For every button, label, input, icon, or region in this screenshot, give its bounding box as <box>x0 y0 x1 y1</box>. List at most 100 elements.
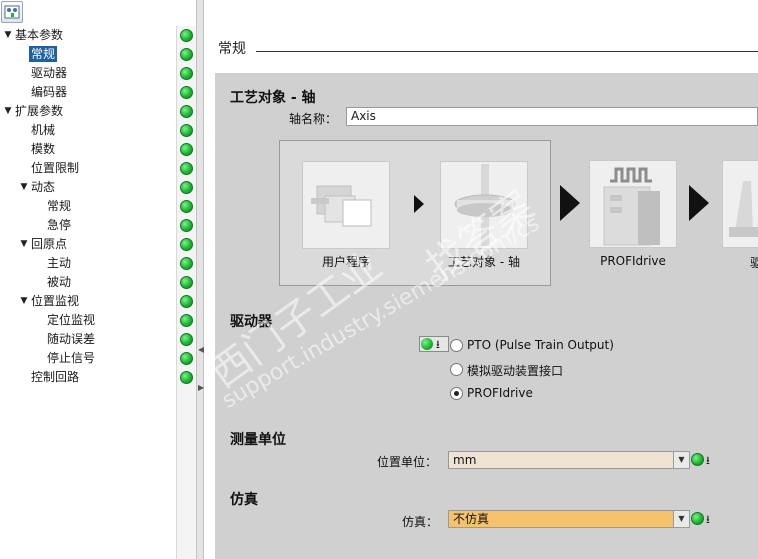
tree-item-label: 位置限制 <box>31 161 80 175</box>
status-ok-icon <box>180 67 193 80</box>
tree-item-label: 机械 <box>31 123 56 137</box>
status-ok-icon <box>180 371 193 384</box>
tree-item[interactable]: 模数 <box>0 140 176 159</box>
expand-arrow-icon[interactable]: ▼ <box>3 26 13 45</box>
tree-item-label: 停止信号 <box>47 351 96 365</box>
tree-item-label: 位置监视 <box>31 294 80 308</box>
tech-object-heading: 工艺对象 - 轴 <box>230 90 316 106</box>
status-ok-icon <box>180 276 193 289</box>
dropdown-arrow-icon[interactable]: ▼ <box>673 452 689 468</box>
position-unit-label: 位置单位： <box>377 455 438 469</box>
status-ok-icon <box>180 143 193 156</box>
position-unit-value: mm <box>453 453 477 467</box>
simulation-heading: 仿真 <box>230 492 258 508</box>
tree-item[interactable]: 常规 <box>0 45 176 64</box>
download-icon: ⭳ <box>706 513 710 526</box>
status-ok-icon <box>180 295 193 308</box>
status-ok-icon <box>180 352 193 365</box>
tree-item-label: 驱动器 <box>31 66 68 80</box>
tree-item[interactable]: 控制回路 <box>0 368 176 387</box>
tree-item-label: 常规 <box>47 199 72 213</box>
expand-arrow-icon[interactable]: ▼ <box>19 178 29 197</box>
tech-object-image <box>440 161 528 249</box>
flow-arrow-large-icon <box>560 185 580 221</box>
flow-arrow-icon <box>414 195 424 213</box>
units-heading: 测量单位 <box>230 432 286 448</box>
tree-item-label: 控制回路 <box>31 370 80 384</box>
settings-panel: 工艺对象 - 轴 轴名称： Axis 用户程序 工艺对象 - 轴 PROFIdr… <box>215 73 758 559</box>
status-ok-icon <box>180 238 193 251</box>
simulation-value: 不仿真 <box>453 512 490 526</box>
axis-name-input[interactable]: Axis <box>346 107 758 126</box>
radio-analog-drive-label: 模拟驱动装置接口 <box>467 364 564 378</box>
status-ok-icon <box>180 124 193 137</box>
radio-pto[interactable] <box>450 339 463 352</box>
radio-profidrive[interactable] <box>450 387 463 400</box>
status-ok-icon <box>180 29 193 42</box>
status-ok-icon <box>180 200 193 213</box>
expand-arrow-icon[interactable]: ▼ <box>19 292 29 311</box>
tree-item[interactable]: 主动 <box>0 254 176 273</box>
status-ok-icon <box>180 86 193 99</box>
status-ok-icon <box>180 333 193 346</box>
tree-item[interactable]: ▼ 基本参数 <box>0 26 176 45</box>
radio-profidrive-label: PROFIdrive <box>467 386 533 400</box>
flow-diagram: 用户程序 工艺对象 - 轴 <box>279 140 551 286</box>
simulation-select[interactable]: 不仿真 ▼ <box>448 510 690 528</box>
expand-arrow-icon[interactable]: ▼ <box>3 102 13 121</box>
tree-item[interactable]: 停止信号 <box>0 349 176 368</box>
tree-item[interactable]: 被动 <box>0 273 176 292</box>
tree-item[interactable]: 位置限制 <box>0 159 176 178</box>
axis-name-label: 轴名称： <box>289 112 338 126</box>
title-divider <box>256 51 758 52</box>
drive-partial-label: 驱 <box>750 256 758 270</box>
tree-item[interactable]: 急停 <box>0 216 176 235</box>
flow-arrow-large-icon-2 <box>689 185 709 221</box>
drive-image <box>722 160 758 248</box>
tree-item[interactable]: ▼ 动态 <box>0 178 176 197</box>
expand-arrow-icon[interactable]: ▼ <box>19 235 29 254</box>
status-ok-icon <box>180 314 193 327</box>
status-ok-icon <box>180 48 193 61</box>
tree-item[interactable]: 随动误差 <box>0 330 176 349</box>
tech-object-label: 工艺对象 - 轴 <box>448 255 520 269</box>
tree-item-label: 模数 <box>31 142 56 156</box>
status-ok-icon <box>180 105 193 118</box>
toolbar-icon[interactable] <box>1 1 23 23</box>
position-unit-select[interactable]: mm ▼ <box>448 451 690 469</box>
tree-item-label: 被动 <box>47 275 72 289</box>
tree-item[interactable]: 定位监视 <box>0 311 176 330</box>
tree-item[interactable]: 编码器 <box>0 83 176 102</box>
profidrive-label: PROFIdrive <box>600 254 666 268</box>
tree-item[interactable]: ▼ 扩展参数 <box>0 102 176 121</box>
tree-item-label: 扩展参数 <box>15 104 64 118</box>
tree-item[interactable]: 机械 <box>0 121 176 140</box>
radio-analog-drive[interactable] <box>450 363 463 376</box>
status-ok-icon <box>180 162 193 175</box>
tree-item[interactable]: ▼ 位置监视 <box>0 292 176 311</box>
user-program-label: 用户程序 <box>321 255 370 269</box>
tree-item-label: 动态 <box>31 180 56 194</box>
tree-item[interactable]: 常规 <box>0 197 176 216</box>
download-icon: ⭳ <box>436 338 440 351</box>
simulation-label: 仿真： <box>402 515 439 529</box>
splitter[interactable]: ◀ ▶ <box>196 0 204 559</box>
simulation-status-indicator: ⭳ <box>691 511 721 527</box>
tree-item-label: 急停 <box>47 218 72 232</box>
tree-item-label: 随动误差 <box>47 332 96 346</box>
navigation-tree: ▼ 基本参数 常规 驱动器 编码器 ▼ 扩展参数 机械 模数 位置限制 ▼ 动态 常规 急停 ▼ 回原点 主动被… <box>0 26 176 559</box>
status-ok-icon <box>180 181 193 194</box>
drive-heading: 驱动器 <box>230 314 272 330</box>
tree-item[interactable]: 驱动器 <box>0 64 176 83</box>
dropdown-arrow-icon[interactable]: ▼ <box>673 511 689 527</box>
page-title: 常规 <box>218 41 246 57</box>
status-ok-icon <box>691 453 704 466</box>
tree-item-label: 定位监视 <box>47 313 96 327</box>
tree-item-label: 基本参数 <box>15 28 64 42</box>
unit-status-indicator: ⭳ <box>691 452 721 468</box>
download-icon: ⭳ <box>706 454 710 467</box>
status-ok-icon <box>691 512 704 525</box>
tree-item[interactable]: ▼ 回原点 <box>0 235 176 254</box>
tree-item-label: 常规 <box>29 46 58 62</box>
user-program-image <box>302 161 390 249</box>
